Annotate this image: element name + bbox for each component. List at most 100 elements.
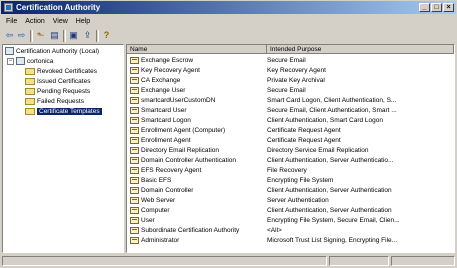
console-tree[interactable]: Certification Authority (Local) − cortoni… (2, 44, 124, 253)
list-row[interactable]: Subordinate Certification Authority <All> (127, 226, 454, 235)
row-purpose: Secure Email (267, 87, 306, 94)
list-row[interactable]: Directory Email Replication Directory Ser… (127, 146, 454, 155)
tree-item-issued[interactable]: Issued Certificates (25, 77, 90, 86)
export-list-icon[interactable]: ⇪ (82, 30, 93, 41)
menu-file[interactable]: File (2, 16, 21, 27)
row-name: CA Exchange (130, 76, 266, 85)
window-title: Certification Authority (16, 3, 101, 12)
menu-view[interactable]: View (49, 16, 72, 27)
row-name-text: Domain Controller (141, 187, 194, 194)
row-purpose: File Recovery (267, 167, 307, 174)
tree-item-label: Revoked Certificates (37, 68, 97, 75)
row-name-text: Directory Email Replication (141, 147, 220, 154)
row-purpose: Microsoft Trust List Signing, Encrypting… (267, 237, 398, 244)
list-row[interactable]: Web Server Server Authentication (127, 196, 454, 205)
list-row[interactable]: Domain Controller Client Authentication, … (127, 186, 454, 195)
tree-item-templates[interactable]: Certificate Templates (25, 107, 102, 116)
row-purpose: <All> (267, 227, 282, 234)
tree-item-revoked[interactable]: Revoked Certificates (25, 67, 97, 76)
row-purpose: Smart Card Logon, Client Authentication,… (267, 97, 397, 104)
row-name: Subordinate Certification Authority (130, 226, 266, 235)
row-name: Web Server (130, 196, 266, 205)
folder-icon (25, 107, 35, 115)
row-name-text: EFS Recovery Agent (141, 167, 202, 174)
row-name: Smartcard Logon (130, 116, 266, 125)
status-bar (2, 256, 455, 266)
show-hide-tree-icon[interactable]: ▤ (49, 30, 60, 41)
title-bar[interactable]: Certification Authority _ □ × (1, 1, 456, 14)
row-name-text: Key Recovery Agent (141, 67, 200, 74)
row-name: Administrator (130, 236, 266, 245)
tree-root-label: Certification Authority (Local) (16, 48, 100, 55)
window-controls: _ □ × (419, 3, 454, 12)
list-row[interactable]: EFS Recovery Agent File Recovery (127, 166, 454, 175)
list-row[interactable]: Basic EFS Encrypting File System (127, 176, 454, 185)
row-purpose: Encrypting File System, Secure Email, Cl… (267, 217, 400, 224)
row-name: Enrollment Agent (Computer) (130, 126, 266, 135)
tree-ca-label: cortonica (27, 58, 54, 65)
collapse-expander-icon[interactable]: − (7, 57, 14, 65)
back-arrow-icon[interactable]: ⇦ (4, 30, 15, 41)
help-icon[interactable]: ? (101, 30, 112, 41)
folder-icon (25, 87, 35, 95)
list-row[interactable]: smartcardUserCustomDN Smart Card Logon, C… (127, 96, 454, 105)
row-name-text: Enrollment Agent (Computer) (141, 127, 226, 134)
certificate-template-icon (130, 106, 139, 114)
menu-help[interactable]: Help (72, 16, 94, 27)
list-row[interactable]: Exchange Escrow Secure Email (127, 56, 454, 65)
folder-icon (25, 67, 35, 75)
column-header-purpose[interactable]: Intended Purpose (267, 45, 454, 54)
row-name-text: Domain Controller Authentication (141, 157, 237, 164)
folder-icon (25, 97, 35, 105)
toolbar-separator (63, 30, 66, 42)
certificate-template-icon (130, 136, 139, 144)
row-name: Domain Controller (130, 186, 266, 195)
list-row[interactable]: CA Exchange Private Key Archival (127, 76, 454, 85)
row-name: Smartcard User (130, 106, 266, 115)
row-name-text: Enrollment Agent (141, 137, 191, 144)
certificate-template-icon (130, 56, 139, 64)
up-folder-icon[interactable]: ⬑ (35, 30, 46, 41)
tree-root[interactable]: Certification Authority (Local) (5, 47, 99, 56)
row-name-text: Smartcard User (141, 107, 187, 114)
folder-icon (25, 77, 35, 85)
list-row[interactable]: Enrollment Agent (Computer) Certificate R… (127, 126, 454, 135)
column-header-name[interactable]: Name (127, 45, 267, 54)
certificate-template-icon (130, 126, 139, 134)
list-row[interactable]: Exchange User Secure Email (127, 86, 454, 95)
certificate-template-icon (130, 116, 139, 124)
row-name-text: CA Exchange (141, 77, 181, 84)
maximize-button[interactable]: □ (431, 3, 442, 12)
list-row[interactable]: Computer Client Authentication, Server Au… (127, 206, 454, 215)
tree-item-label: Pending Requests (37, 88, 91, 95)
minimize-button[interactable]: _ (419, 3, 430, 12)
certificate-template-icon (130, 236, 139, 244)
menu-action[interactable]: Action (21, 16, 48, 27)
tree-item-failed[interactable]: Failed Requests (25, 97, 84, 106)
row-purpose: Private Key Archival (267, 77, 325, 84)
row-purpose: Client Authentication, Server Authentica… (267, 157, 394, 164)
tree-item-pending[interactable]: Pending Requests (25, 87, 90, 96)
row-purpose: Encrypting File System (267, 177, 334, 184)
list-row[interactable]: Enrollment Agent Certificate Request Agen… (127, 136, 454, 145)
row-name: Computer (130, 206, 266, 215)
status-cell (2, 256, 327, 266)
list-row[interactable]: User Encrypting File System, Secure Email… (127, 216, 454, 225)
row-name-text: User (141, 217, 155, 224)
mmc-window: Certification Authority _ □ × File Actio… (0, 0, 457, 268)
list-row[interactable]: Key Recovery Agent Key Recovery Agent (127, 66, 454, 75)
row-name-text: smartcardUserCustomDN (141, 97, 216, 104)
list-row[interactable]: Administrator Microsoft Trust List Signin… (127, 236, 454, 245)
certificate-template-icon (130, 96, 139, 104)
list-row[interactable]: Smartcard Logon Client Authentication, Sm… (127, 116, 454, 125)
properties-icon[interactable]: ▣ (68, 30, 79, 41)
forward-arrow-icon[interactable]: ⇨ (16, 30, 27, 41)
tree-ca-node[interactable]: − cortonica (7, 57, 53, 66)
certificate-template-icon (130, 226, 139, 234)
close-button[interactable]: × (443, 3, 454, 12)
list-row[interactable]: Domain Controller Authentication Client A… (127, 156, 454, 165)
certificate-template-icon (130, 206, 139, 214)
details-list[interactable]: Name Intended Purpose Exchange Escrow Sec… (126, 44, 455, 253)
certificate-template-icon (130, 166, 139, 174)
list-row[interactable]: Smartcard User Secure Email, Client Authe… (127, 106, 454, 115)
